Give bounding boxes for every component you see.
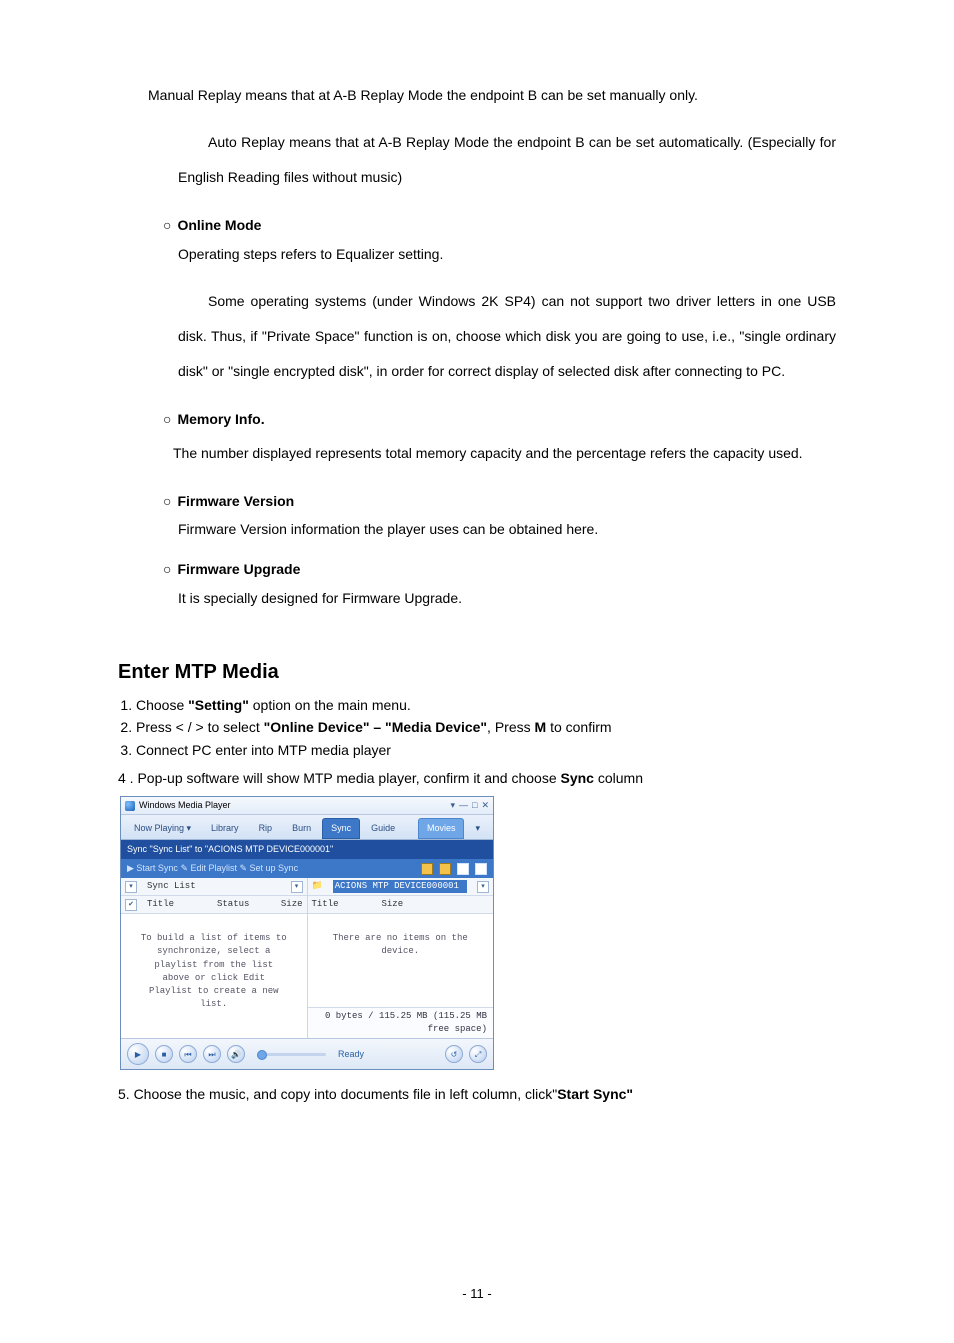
col-status: Status [217,898,271,911]
step-3: Connect PC enter into MTP media player [136,740,836,760]
wmp-toolbar: ▶ Start Sync ✎ Edit Playlist ✎ Set up Sy… [121,859,493,878]
bullet-icon: ○ [163,217,171,233]
tab-library[interactable]: Library [202,818,248,839]
heading-firmware-version: ○ Firmware Version [118,491,836,511]
left-dropdown-right-icon[interactable]: ▾ [291,881,303,893]
wmp-titlebar: Windows Media Player ▾ — □ ✕ [121,797,493,815]
device-icon: 📁 [312,880,323,893]
right-pane-message: There are no items on the device. [308,914,494,1007]
left-dropdown-label[interactable]: Sync List [147,880,281,893]
wmp-screenshot: Windows Media Player ▾ — □ ✕ Now Playing… [120,796,494,1070]
step-1: Choose "Setting" option on the main menu… [136,695,836,715]
heading-online-mode: ○ Online Mode [118,215,836,235]
col-title-r: Title [312,898,372,911]
tab-menu-icon[interactable]: ▾ [466,818,489,839]
section-title-enter-mtp: Enter MTP Media [118,658,836,687]
toolbar-icon-1[interactable] [421,863,433,875]
play-button[interactable]: ▶ [127,1043,149,1065]
toolbar-icon-2[interactable] [439,863,451,875]
wmp-logo-icon [125,801,135,811]
wmp-right-pane: 📁 ACIONS MTP DEVICE000001 ▾ Title Size T… [308,878,494,1038]
maximize-icon[interactable]: □ [472,799,477,812]
tab-guide[interactable]: Guide [362,818,404,839]
mute-button[interactable]: 🔊 [227,1045,245,1063]
paragraph-online-1: Operating steps refers to Equalizer sett… [118,244,836,264]
heading-text: Memory Info. [177,411,264,427]
next-button[interactable]: ⏭ [203,1045,221,1063]
tab-rip[interactable]: Rip [250,818,282,839]
tab-sync[interactable]: Sync [322,818,360,839]
col-size-r: Size [382,898,404,911]
heading-firmware-upgrade: ○ Firmware Upgrade [118,559,836,579]
left-pane-message: To build a list of items to synchronize,… [121,914,307,1038]
steps-list: Choose "Setting" option on the main menu… [118,695,836,760]
paragraph-firmware-upgrade: It is specially designed for Firmware Up… [118,588,836,608]
heading-memory-info: ○ Memory Info. [118,409,836,429]
shuffle-button[interactable]: ↺ [445,1045,463,1063]
wmp-sync-target: Sync "Sync List" to "ACIONS MTP DEVICE00… [121,840,493,859]
step-2: Press < / > to select "Online Device" – … [136,717,836,737]
bullet-icon: ○ [163,561,171,577]
col-title: Title [147,898,207,911]
paragraph-memory: The number displayed represents total me… [118,437,836,471]
page-number: - 11 - [118,1285,836,1304]
heading-text: Online Mode [177,217,261,233]
tab-extra[interactable]: Movies [418,818,465,839]
wmp-title: Windows Media Player [139,799,231,812]
toolbar-icon-4[interactable] [475,863,487,875]
paragraph-manual-replay: Manual Replay means that at A-B Replay M… [118,85,836,105]
paragraph-online-2: Some operating systems (under Windows 2K… [118,284,836,389]
bullet-icon: ○ [163,493,171,509]
seek-slider[interactable] [257,1053,326,1056]
col-size: Size [281,898,303,911]
wmp-controls: ▶ ■ ⏮ ⏭ 🔊 Ready ↺ ⤢ [121,1038,493,1069]
paragraph-firmware-version: Firmware Version information the player … [118,519,836,539]
stop-button[interactable]: ■ [155,1045,173,1063]
minimize-icon[interactable]: — [459,799,468,812]
right-dropdown-label[interactable]: ACIONS MTP DEVICE000001 [333,880,467,893]
right-dropdown-icon[interactable]: ▾ [477,881,489,893]
wmp-tabs: Now Playing ▾ Library Rip Burn Sync Guid… [121,815,493,840]
status-ready: Ready [338,1048,364,1061]
tab-burn[interactable]: Burn [283,818,320,839]
right-pane-footer: 0 bytes / 115.25 MB (115.25 MB free spac… [308,1007,494,1038]
tab-now-playing[interactable]: Now Playing ▾ [125,818,200,839]
prev-button[interactable]: ⏮ [179,1045,197,1063]
paragraph-auto-replay: Auto Replay means that at A-B Replay Mod… [118,125,836,195]
wmp-left-pane: ▾ Sync List ▾ ✔ Title Status Size To bui… [121,878,308,1038]
toolbar-icon-3[interactable] [457,863,469,875]
heading-text: Firmware Version [177,493,294,509]
step-5: 5. Choose the music, and copy into docum… [118,1084,836,1104]
heading-text: Firmware Upgrade [177,561,300,577]
left-check-icon[interactable]: ✔ [125,899,137,911]
down-icon[interactable]: ▾ [450,799,455,812]
close-icon[interactable]: ✕ [481,799,489,812]
step-4: 4 . Pop-up software will show MTP media … [118,768,836,788]
left-dropdown-icon[interactable]: ▾ [125,881,137,893]
bullet-icon: ○ [163,411,171,427]
wmp-toolbar-left[interactable]: ▶ Start Sync ✎ Edit Playlist ✎ Set up Sy… [127,862,298,875]
fullscreen-button[interactable]: ⤢ [469,1045,487,1063]
